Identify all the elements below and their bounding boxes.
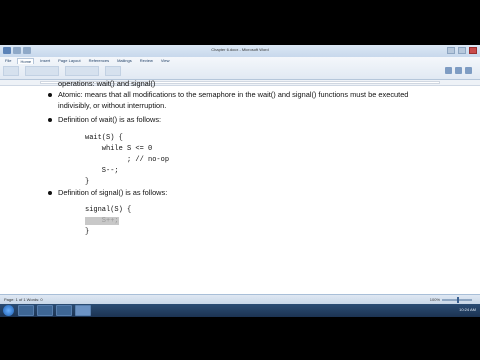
bullet-icon [48, 93, 52, 97]
doc-signal-definition: Definition of signal() is as follows: [58, 188, 168, 197]
zoom-control: 100% [430, 296, 472, 303]
editing-group [445, 67, 472, 74]
clock[interactable]: 10:24 AM [459, 307, 476, 312]
word-window: Chapter 6.docx - Microsoft Word File Hom… [0, 45, 480, 317]
signal-code-selected-line[interactable]: S++; [85, 217, 119, 225]
zoom-slider-thumb[interactable] [457, 296, 459, 303]
tab-file[interactable]: File [3, 58, 13, 64]
wait-code-line: wait(S) { [85, 134, 123, 142]
doc-atomic-line-1: Atomic: means that all modifications to … [58, 90, 409, 99]
clipboard-group[interactable] [3, 66, 19, 76]
taskbar-explorer-icon[interactable] [18, 305, 34, 316]
doc-atomic-line-2: indivisibly, or without interruption. [58, 101, 167, 110]
signal-code-line: } [85, 228, 90, 236]
page-info[interactable]: Page: 1 of 1 Words: 0 [4, 297, 43, 302]
bullet-icon [48, 118, 52, 122]
close-button[interactable] [469, 47, 477, 54]
undo-icon[interactable] [23, 47, 31, 54]
wait-code-line: while S <= 0 [85, 145, 153, 153]
minimize-button[interactable] [447, 47, 455, 54]
save-icon[interactable] [13, 47, 21, 54]
taskbar-word-icon[interactable] [75, 305, 91, 316]
doc-wait-definition: Definition of wait() is as follows: [58, 115, 162, 124]
tab-view[interactable]: View [159, 58, 172, 64]
find-icon[interactable] [445, 67, 452, 74]
status-bar: Page: 1 of 1 Words: 0 100% [0, 294, 480, 304]
tab-home[interactable]: Home [17, 58, 35, 64]
wait-code-line: S--; [85, 167, 119, 175]
taskbar: 10:24 AM [0, 304, 480, 317]
bullet-icon [48, 191, 52, 195]
tab-references[interactable]: References [87, 58, 111, 64]
styles-group[interactable] [105, 66, 121, 76]
signal-code-line: signal(S) { [85, 206, 132, 214]
zoom-slider[interactable] [442, 296, 472, 303]
ribbon-tabs: File Home Insert Page Layout References … [3, 58, 171, 64]
ribbon: File Home Insert Page Layout References … [0, 57, 480, 80]
doc-line-operations: operations: wait() and signal() [58, 79, 156, 88]
window-controls [447, 47, 477, 54]
replace-icon[interactable] [455, 67, 462, 74]
window-title: Chapter 6.docx - Microsoft Word [211, 47, 269, 52]
tab-review[interactable]: Review [138, 58, 155, 64]
paragraph-group[interactable] [65, 66, 99, 76]
wait-code-line: ; // no-op [85, 156, 170, 164]
word-app-icon[interactable] [3, 47, 11, 54]
font-group[interactable] [25, 66, 59, 76]
ribbon-groups [3, 66, 121, 76]
tab-insert[interactable]: Insert [38, 58, 52, 64]
taskbar-apps [18, 305, 91, 316]
tab-page-layout[interactable]: Page Layout [56, 58, 82, 64]
wait-code-line: } [85, 178, 90, 186]
select-icon[interactable] [465, 67, 472, 74]
quick-access-toolbar [3, 47, 31, 54]
taskbar-browser-icon[interactable] [37, 305, 53, 316]
zoom-level[interactable]: 100% [430, 297, 440, 302]
start-button[interactable] [3, 305, 14, 316]
tab-mailings[interactable]: Mailings [115, 58, 134, 64]
taskbar-media-icon[interactable] [56, 305, 72, 316]
maximize-button[interactable] [458, 47, 466, 54]
